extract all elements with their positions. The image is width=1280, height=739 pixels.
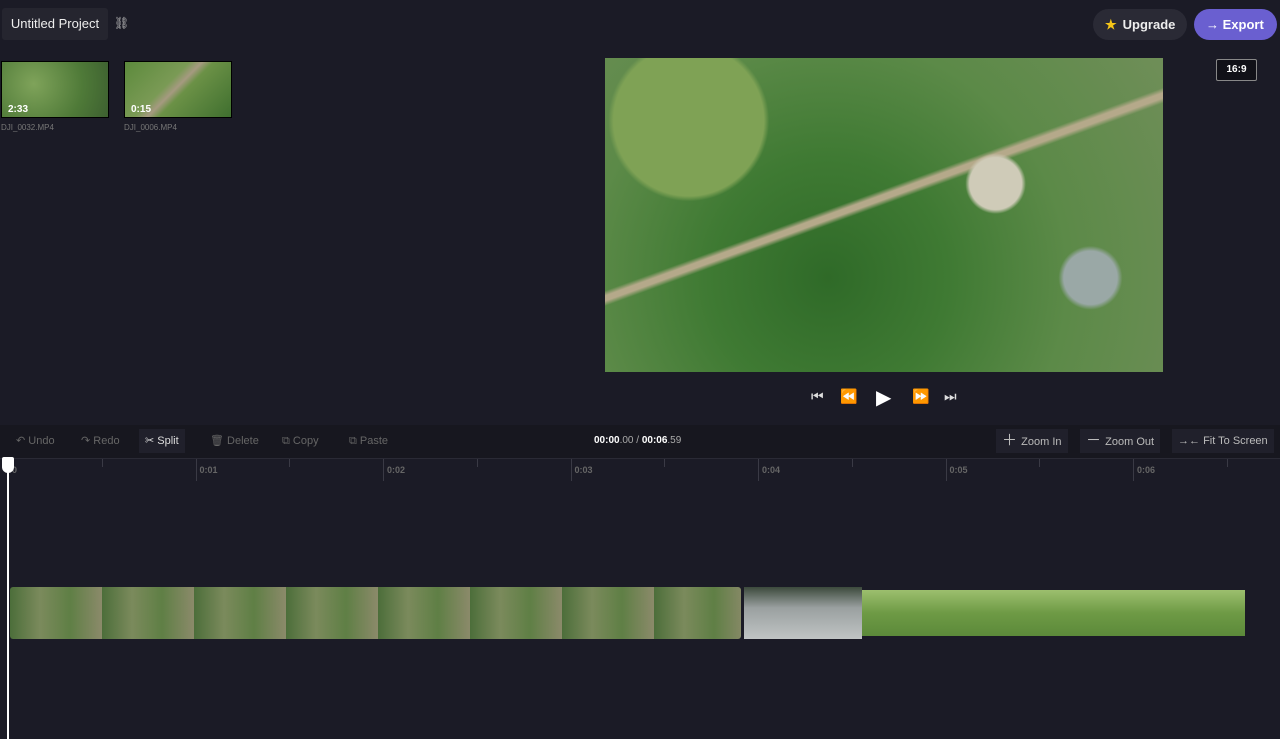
undo-button[interactable]: ↶ Undo xyxy=(10,429,61,453)
timeline-clip[interactable] xyxy=(744,587,862,639)
zoom-out-button[interactable]: － Zoom Out xyxy=(1080,429,1161,453)
ruler-label: 0:04 xyxy=(762,465,781,475)
ruler-label: 0:05 xyxy=(949,465,968,475)
media-filename: DJI_0006.MP4 xyxy=(124,123,177,132)
star-icon: ★ xyxy=(1105,17,1117,32)
split-label: Split xyxy=(157,435,179,447)
copy-button[interactable]: ⧉ Copy xyxy=(276,429,325,453)
paste-button[interactable]: ⧉ Paste xyxy=(343,429,394,453)
ruler-tick xyxy=(1133,459,1134,481)
aspect-ratio-button[interactable]: 16:9 xyxy=(1216,59,1257,81)
ruler-tick xyxy=(570,459,572,481)
ruler-tick xyxy=(851,459,853,467)
media-filename: DJI_0032.MP4 xyxy=(1,123,54,132)
video-preview xyxy=(605,58,1163,372)
playhead[interactable] xyxy=(7,458,9,739)
split-button[interactable]: ✂ Split xyxy=(139,429,185,453)
playhead-handle[interactable] xyxy=(2,457,14,473)
upgrade-button[interactable]: ★ Upgrade xyxy=(1093,9,1187,40)
ruler-tick xyxy=(383,459,384,481)
skip-end-icon[interactable]: ⏭ xyxy=(944,388,957,405)
undo-label: Undo xyxy=(28,435,55,447)
paste-label: Paste xyxy=(359,435,389,447)
ruler-label: 0:03 xyxy=(574,465,593,475)
play-icon[interactable]: ▶ xyxy=(876,385,891,410)
zoom-in-label: Zoom In xyxy=(1021,436,1062,448)
export-button[interactable]: → Export xyxy=(1194,9,1277,40)
ruler-tick xyxy=(758,459,759,481)
media-duration: 0:15 xyxy=(131,104,152,115)
media-thumbnail: 2:33 xyxy=(1,61,109,118)
timeline-clip[interactable] xyxy=(862,590,1245,636)
ruler-tick xyxy=(101,459,103,467)
fit-to-screen-button[interactable]: →← Fit To Screen xyxy=(1172,429,1274,453)
fit-icon: →← xyxy=(1178,435,1204,447)
ruler-tick xyxy=(195,459,197,481)
rewind-icon[interactable]: ⏪ xyxy=(840,388,857,405)
media-thumbnail: 0:15 xyxy=(124,61,232,118)
timecode: 00:00.00 / 00:06.59 xyxy=(594,435,682,446)
media-duration: 2:33 xyxy=(8,104,29,115)
arrow-right-icon: → xyxy=(1206,17,1223,32)
ruler-tick xyxy=(664,459,666,467)
copy-icon: ⧉ xyxy=(282,435,293,447)
delete-label: Delete xyxy=(227,435,259,447)
fast-forward-icon[interactable]: ⏩ xyxy=(912,388,929,405)
redo-button[interactable]: ↷ Redo xyxy=(75,429,126,453)
timeline-ruler[interactable]: 0 0:01 0:02 0:03 0:04 0:05 0:06 xyxy=(0,458,1280,481)
skip-start-icon[interactable]: ⏮ xyxy=(811,388,824,405)
media-item[interactable]: 0:15 DJI_0006.MP4 xyxy=(124,61,232,132)
export-label: Export xyxy=(1222,17,1264,32)
ruler-label: 0:01 xyxy=(199,465,218,475)
delete-button[interactable]: 🗑 Delete xyxy=(204,429,265,453)
ruler-tick xyxy=(1039,459,1041,467)
paste-icon: ⧉ xyxy=(349,435,360,447)
media-item[interactable]: 2:33 DJI_0032.MP4 xyxy=(1,61,109,132)
unlink-icon[interactable]: ⛓ xyxy=(114,16,129,30)
timeline-clip[interactable] xyxy=(10,587,741,639)
redo-icon: ↷ xyxy=(81,435,94,447)
ruler-tick xyxy=(476,459,478,467)
upgrade-label: Upgrade xyxy=(1122,17,1176,32)
undo-icon: ↶ xyxy=(16,435,29,447)
copy-label: Copy xyxy=(292,435,319,447)
ruler-tick xyxy=(1226,459,1228,467)
trash-icon: 🗑 xyxy=(210,435,228,447)
ruler-tick xyxy=(945,459,947,481)
ruler-label: 0:02 xyxy=(387,465,406,475)
ruler-tick xyxy=(289,459,291,467)
ruler-label: 0:06 xyxy=(1137,465,1156,475)
fit-label: Fit To Screen xyxy=(1203,435,1268,447)
minus-icon: － xyxy=(1086,432,1106,449)
plus-icon: ＋ xyxy=(1002,432,1022,449)
project-title[interactable]: Untitled Project xyxy=(2,8,108,40)
redo-label: Redo xyxy=(93,435,120,447)
zoom-out-label: Zoom Out xyxy=(1105,436,1155,448)
zoom-in-button[interactable]: ＋ Zoom In xyxy=(996,429,1068,453)
scissors-icon: ✂ xyxy=(145,435,158,447)
